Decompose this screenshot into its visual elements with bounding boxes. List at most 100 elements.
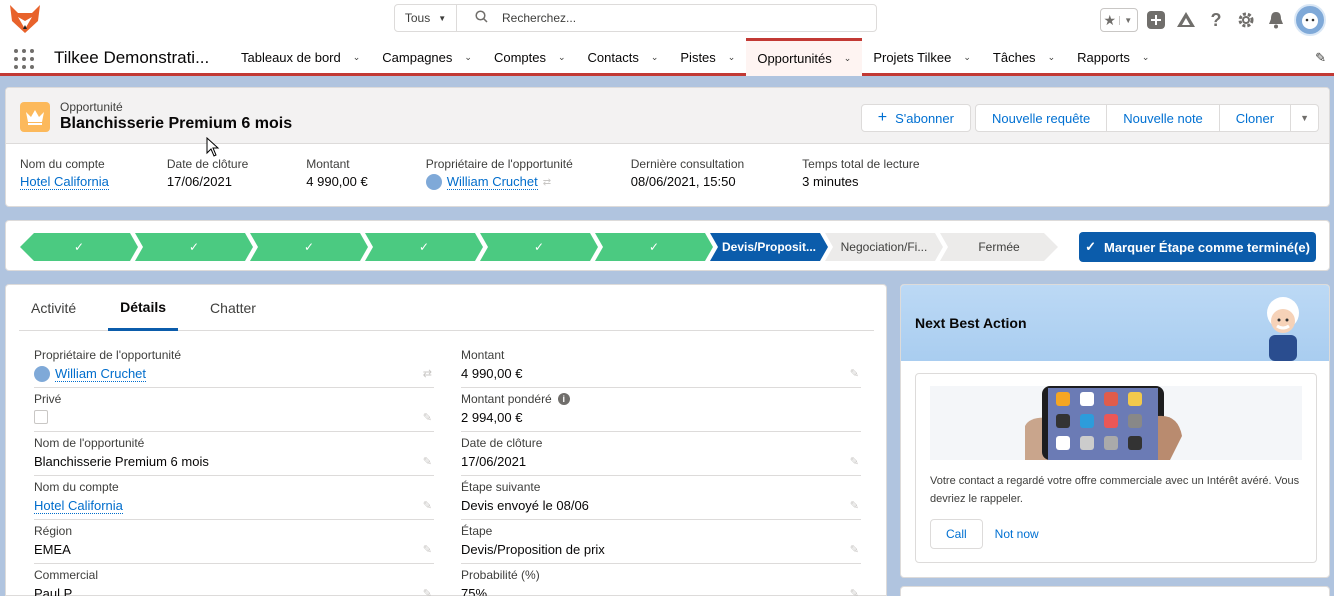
search-scope-select[interactable]: Tous ▼ <box>395 5 457 31</box>
not-now-button[interactable]: Not now <box>995 527 1039 541</box>
trailhead-icon[interactable] <box>1174 8 1198 32</box>
nav-items: Tableaux de bord ⌄ Campagnes ⌄ Comptes ⌄ Co… <box>230 38 1160 76</box>
chevron-down-icon[interactable]: ⌄ <box>728 52 736 63</box>
chevron-down-icon[interactable]: ⌄ <box>844 53 852 64</box>
help-icon[interactable]: ? <box>1204 8 1228 32</box>
chevron-down-icon[interactable]: ⌄ <box>1048 52 1056 63</box>
gear-icon[interactable] <box>1234 8 1258 32</box>
chevron-down-icon: ▼ <box>1300 113 1309 123</box>
path-step-current[interactable]: Devis/Proposit... <box>710 233 828 261</box>
pencil-icon[interactable]: ✎ <box>850 543 859 556</box>
field-probability: Probabilité (%) 75% ✎ <box>461 565 861 596</box>
plus-icon: + <box>877 109 888 126</box>
pencil-icon[interactable]: ✎ <box>423 543 432 556</box>
next-card <box>900 586 1330 596</box>
record-tabs: Activité Détails Chatter <box>19 285 874 331</box>
chevron-down-icon: ▼ <box>438 13 447 23</box>
change-owner-icon[interactable]: ⇄ <box>423 367 432 380</box>
clone-button[interactable]: Cloner <box>1219 104 1292 132</box>
add-icon[interactable] <box>1144 8 1168 32</box>
mark-stage-complete-button[interactable]: ✓ Marquer Étape comme terminé(e) <box>1079 232 1316 262</box>
nav-item-taches[interactable]: Tâches ⌄ <box>982 38 1066 76</box>
app-name: Tilkee Demonstrati... <box>54 48 210 67</box>
pencil-icon[interactable]: ✎ <box>850 367 859 380</box>
chevron-down-icon[interactable]: ⌄ <box>1142 52 1150 63</box>
private-checkbox[interactable] <box>34 410 48 424</box>
more-actions-button[interactable]: ▼ <box>1291 104 1319 132</box>
field-label: Privé <box>34 392 62 406</box>
nav-item-label: Comptes <box>493 49 546 65</box>
tab-activite[interactable]: Activité <box>19 285 88 331</box>
account-link[interactable]: Hotel California <box>20 174 109 190</box>
chevron-down-icon[interactable]: ⌄ <box>651 52 659 63</box>
chevron-down-icon[interactable]: ⌄ <box>963 52 971 63</box>
path-steps: ✓ ✓ ✓ ✓ ✓ ✓ Devis/Proposit... Negociatio… <box>20 233 1055 261</box>
user-avatar[interactable] <box>1294 4 1326 36</box>
search-placeholder: Recherchez... <box>502 11 577 25</box>
change-owner-icon[interactable]: ⇄ <box>543 177 551 188</box>
pencil-icon[interactable]: ✎ <box>850 587 859 596</box>
pencil-icon[interactable]: ✎ <box>423 455 432 468</box>
owner-link[interactable]: William Cruchet <box>446 174 538 190</box>
path-step-upcoming[interactable]: Negociation/Fi... <box>825 233 943 261</box>
search-scope-label: Tous <box>404 11 431 25</box>
pencil-icon[interactable]: ✎ <box>423 499 432 512</box>
account-link[interactable]: Hotel California <box>34 498 123 514</box>
subscribe-button[interactable]: + S'abonner <box>860 104 971 132</box>
path-step-completed[interactable]: ✓ <box>135 233 253 261</box>
highlight-owner: Propriétaire de l'opportunité William Cr… <box>425 157 573 190</box>
nav-item-campagnes[interactable]: Campagnes ⌄ <box>371 38 483 76</box>
favorites-button[interactable]: ★ ▼ <box>1100 8 1138 32</box>
nav-item-rapports[interactable]: Rapports ⌄ <box>1066 38 1160 76</box>
tab-details[interactable]: Détails <box>108 285 179 331</box>
path-step-completed[interactable]: ✓ <box>365 233 483 261</box>
edit-nav-pencil-icon[interactable]: ✎ <box>1315 50 1326 66</box>
chevron-down-icon[interactable]: ⌄ <box>558 52 566 63</box>
field-value: 17/06/2021 <box>461 454 527 469</box>
nav-item-contacts[interactable]: Contacts ⌄ <box>577 38 670 76</box>
pencil-icon[interactable]: ✎ <box>850 455 859 468</box>
pencil-icon[interactable]: ✎ <box>423 411 432 424</box>
highlight-label: Montant <box>306 157 350 171</box>
bell-icon[interactable] <box>1264 8 1288 32</box>
nav-item-opportunites[interactable]: Opportunités ⌄ <box>746 38 863 76</box>
field-label: Étape <box>461 524 493 538</box>
chevron-down-icon[interactable]: ⌄ <box>353 52 361 63</box>
highlight-label: Date de clôture <box>166 157 249 171</box>
search-input[interactable]: Recherchez... <box>457 5 876 31</box>
path-step-completed[interactable]: ✓ <box>20 233 138 261</box>
info-icon[interactable]: i <box>557 393 570 405</box>
highlight-value: 4 990,00 € <box>306 174 368 189</box>
global-search: Tous ▼ Recherchez... <box>394 4 877 32</box>
highlight-close-date: Date de clôture 17/06/2021 <box>167 157 248 190</box>
nav-item-pistes[interactable]: Pistes ⌄ <box>669 38 746 76</box>
new-request-button[interactable]: Nouvelle requête <box>974 104 1108 132</box>
new-note-button[interactable]: Nouvelle note <box>1107 104 1220 132</box>
path-step-completed[interactable]: ✓ <box>480 233 598 261</box>
field-label: Propriétaire de l'opportunité <box>34 348 182 362</box>
chevron-down-icon[interactable]: ⌄ <box>464 52 472 63</box>
nav-item-tableaux-de-bord[interactable]: Tableaux de bord ⌄ <box>230 38 371 76</box>
nav-item-comptes[interactable]: Comptes ⌄ <box>483 38 577 76</box>
nav-item-label: Campagnes <box>382 49 453 65</box>
app-launcher-icon[interactable] <box>14 49 34 69</box>
tab-chatter[interactable]: Chatter <box>198 285 268 331</box>
record-type: Opportunité <box>60 100 123 114</box>
call-button[interactable]: Call <box>930 519 983 549</box>
pencil-icon[interactable]: ✎ <box>850 499 859 512</box>
path-step-completed[interactable]: ✓ <box>595 233 713 261</box>
record-name: Blanchisserie Premium 6 mois <box>60 115 293 132</box>
chevron-down-icon: ▼ <box>1118 15 1138 25</box>
pencil-icon[interactable]: ✎ <box>423 587 432 596</box>
owner-link[interactable]: William Cruchet <box>55 366 147 382</box>
detail-column-left: Propriétaire de l'opportunité William Cr… <box>34 345 434 596</box>
nav-item-projets-tilkee[interactable]: Projets Tilkee ⌄ <box>862 38 982 76</box>
field-owner: Propriétaire de l'opportunité William Cr… <box>34 345 434 388</box>
record-actions: + S'abonner Nouvelle requête Nouvelle no… <box>860 104 1319 132</box>
detail-column-right: Montant 4 990,00 € ✎ Montant pondéré i 2 … <box>461 345 861 596</box>
highlight-reading-time: Temps total de lecture 3 minutes <box>802 157 919 190</box>
path-step-upcoming[interactable]: Fermée <box>940 233 1058 261</box>
path-step-completed[interactable]: ✓ <box>250 233 368 261</box>
fox-logo-icon[interactable] <box>8 3 42 35</box>
field-label: Commercial <box>34 568 99 582</box>
